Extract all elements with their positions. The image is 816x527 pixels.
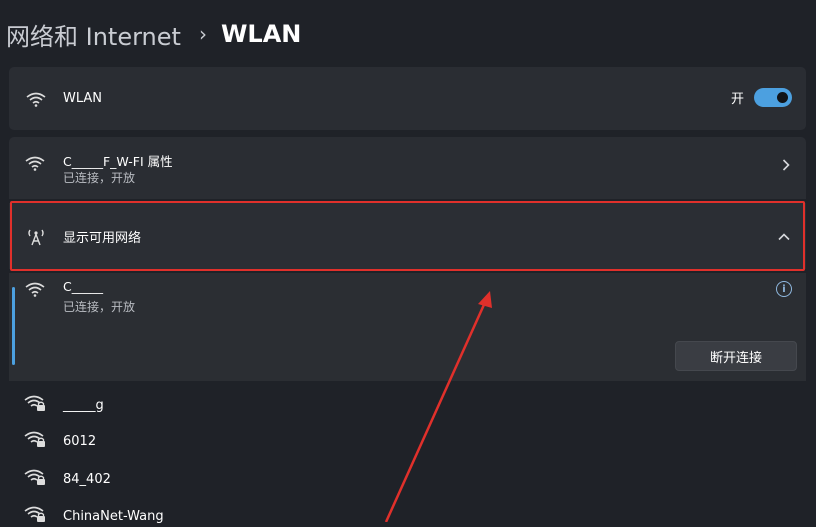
annotation-arrow (384, 291, 492, 522)
